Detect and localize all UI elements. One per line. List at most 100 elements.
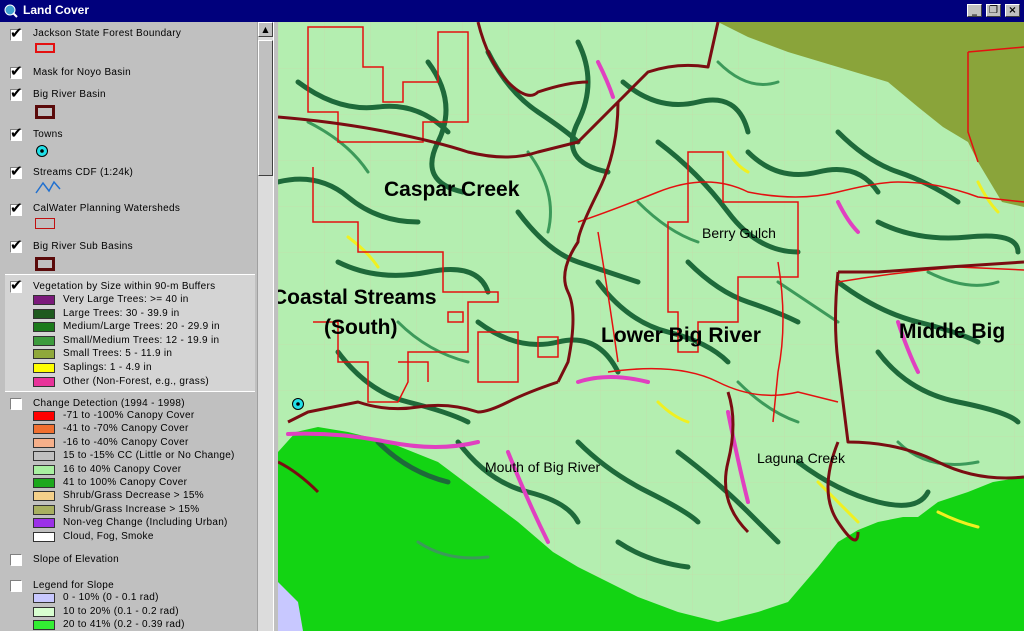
legend-class-row: Small Trees: 5 - 11.9 in [33, 348, 257, 361]
layer-visibility-checkbox[interactable] [10, 24, 23, 42]
class-color-swatch [33, 437, 55, 448]
layer-name: Vegetation by Size within 90-m Buffers [33, 281, 216, 292]
map-svg: Caspar Creek Coastal Streams (South) Low… [278, 22, 1024, 631]
legend-class-row: Cloud, Fog, Smoke [33, 531, 257, 544]
class-color-swatch [33, 308, 55, 319]
class-color-swatch [33, 491, 55, 502]
town-point-icon [36, 145, 48, 157]
legend-class-row: Medium/Large Trees: 20 - 29.9 in [33, 321, 257, 334]
layer-name: Big River Basin [33, 89, 106, 100]
class-color-swatch [33, 363, 55, 373]
legend-class-row: Large Trees: 30 - 39.9 in [33, 308, 257, 321]
class-label: Other (Non-Forest, e.g., grass) [63, 375, 210, 387]
layer-name: Streams CDF (1:24k) [33, 167, 134, 178]
legend-panel: Jackson State Forest Boundary Mask for N… [0, 22, 257, 631]
stream-line-icon [35, 180, 61, 194]
label-middle-big: Middle Big [899, 320, 1005, 343]
class-color-swatch [33, 376, 55, 387]
class-color-swatch [33, 451, 55, 462]
minimize-button[interactable]: _ [967, 4, 982, 17]
class-color-swatch [33, 593, 55, 603]
class-color-swatch [33, 322, 55, 333]
class-color-swatch [33, 606, 55, 617]
label-laguna-creek: Laguna Creek [757, 450, 846, 466]
label-mouth-of-big-river: Mouth of Big River [485, 459, 600, 475]
class-label: -41 to -70% Canopy Cover [63, 423, 189, 435]
legend-class-row: 0 - 10% (0 - 0.1 rad) [33, 592, 257, 605]
class-label: 20 to 41% (0.2 - 0.39 rad) [63, 619, 185, 630]
class-label: 0 - 10% (0 - 0.1 rad) [63, 592, 159, 603]
layer-name: Towns [33, 129, 63, 140]
legend-class-row: 41 to 100% Canopy Cover [33, 477, 257, 490]
layer-visibility-checkbox[interactable] [10, 199, 23, 217]
legend-class-row: Small/Medium Trees: 12 - 19.9 in [33, 335, 257, 348]
layer-name: Slope of Elevation [33, 554, 120, 565]
class-label: Very Large Trees: >= 40 in [63, 294, 189, 305]
layer-visibility-checkbox[interactable] [10, 62, 23, 80]
layer-name: Change Detection (1994 - 1998) [33, 398, 185, 409]
class-color-swatch [33, 295, 55, 305]
legend-class-row: Shrub/Grass Increase > 15% [33, 504, 257, 517]
close-button[interactable]: × [1005, 4, 1020, 17]
legend-class-row: Very Large Trees: >= 40 in [33, 294, 257, 307]
globe-search-icon [4, 4, 18, 18]
layer-name: Big River Sub Basins [33, 241, 133, 252]
legend-class-row: -41 to -70% Canopy Cover [33, 423, 257, 436]
layer-name: CalWater Planning Watersheds [33, 203, 181, 214]
class-color-swatch [33, 335, 55, 346]
class-color-swatch [33, 531, 55, 542]
layer-visibility-checkbox[interactable] [10, 124, 23, 142]
legend-class-row: -71 to -100% Canopy Cover [33, 410, 257, 423]
layer-name: Mask for Noyo Basin [33, 67, 131, 78]
class-color-swatch [33, 478, 55, 488]
class-label: 15 to -15% CC (Little or No Change) [63, 450, 235, 462]
class-label: Small Trees: 5 - 11.9 in [63, 348, 173, 360]
legend-class-row: 16 to 40% Canopy Cover [33, 464, 257, 477]
class-label: 16 to 40% Canopy Cover [63, 463, 182, 475]
layer-visibility-checkbox[interactable] [10, 554, 22, 566]
class-label: Shrub/Grass Increase > 15% [63, 503, 200, 515]
label-coastal-streams: Coastal Streams [278, 286, 437, 309]
layer-visibility-checkbox[interactable] [10, 162, 23, 180]
layer-visibility-checkbox[interactable] [10, 236, 23, 254]
class-label: Small/Medium Trees: 12 - 19.9 in [63, 334, 220, 346]
class-color-swatch [33, 349, 55, 360]
class-label: Large Trees: 30 - 39.9 in [63, 307, 180, 319]
legend-scrollbar[interactable]: ▲ [257, 22, 273, 631]
class-label: 41 to 100% Canopy Cover [63, 477, 188, 488]
layer-visibility-checkbox[interactable] [10, 580, 22, 592]
class-color-swatch [33, 464, 55, 475]
class-label: Cloud, Fog, Smoke [63, 530, 154, 542]
layer-visibility-checkbox[interactable] [10, 398, 22, 410]
legend-class-row: -16 to -40% Canopy Cover [33, 437, 257, 450]
layer-name: Jackson State Forest Boundary [33, 28, 182, 39]
scroll-up-arrow-icon[interactable]: ▲ [258, 22, 273, 37]
class-label: Non-veg Change (Including Urban) [63, 517, 228, 529]
layer-visibility-checkbox[interactable] [10, 276, 23, 294]
subbasin-symbol [35, 257, 55, 271]
class-color-swatch [33, 504, 55, 515]
class-color-swatch [33, 620, 55, 630]
watershed-symbol [35, 218, 55, 229]
legend-class-row: Non-veg Change (Including Urban) [33, 517, 257, 530]
title-bar: Land Cover _ ❐ × [0, 0, 1024, 22]
class-color-swatch [33, 411, 55, 421]
map-canvas[interactable]: Caspar Creek Coastal Streams (South) Low… [278, 22, 1024, 631]
class-label: Medium/Large Trees: 20 - 29.9 in [63, 321, 220, 333]
class-color-swatch [33, 518, 55, 529]
legend-class-row: Shrub/Grass Decrease > 15% [33, 490, 257, 503]
restore-button[interactable]: ❐ [986, 4, 1001, 17]
layer-visibility-checkbox[interactable] [10, 84, 23, 102]
town-point [292, 398, 304, 410]
legend-class-row: Other (Non-Forest, e.g., grass) [33, 376, 257, 389]
scroll-thumb[interactable] [258, 40, 273, 176]
class-label: Shrub/Grass Decrease > 15% [63, 490, 204, 502]
class-label: -16 to -40% Canopy Cover [63, 436, 189, 448]
class-label: Saplings: 1 - 4.9 in [63, 362, 152, 373]
layer-name: Legend for Slope [33, 580, 114, 591]
label-caspar-creek: Caspar Creek [384, 178, 520, 201]
label-lower-big-river: Lower Big River [601, 324, 761, 347]
window-title: Land Cover [23, 3, 90, 17]
legend-class-row: 10 to 20% (0.1 - 0.2 rad) [33, 606, 257, 619]
class-color-swatch [33, 424, 55, 435]
